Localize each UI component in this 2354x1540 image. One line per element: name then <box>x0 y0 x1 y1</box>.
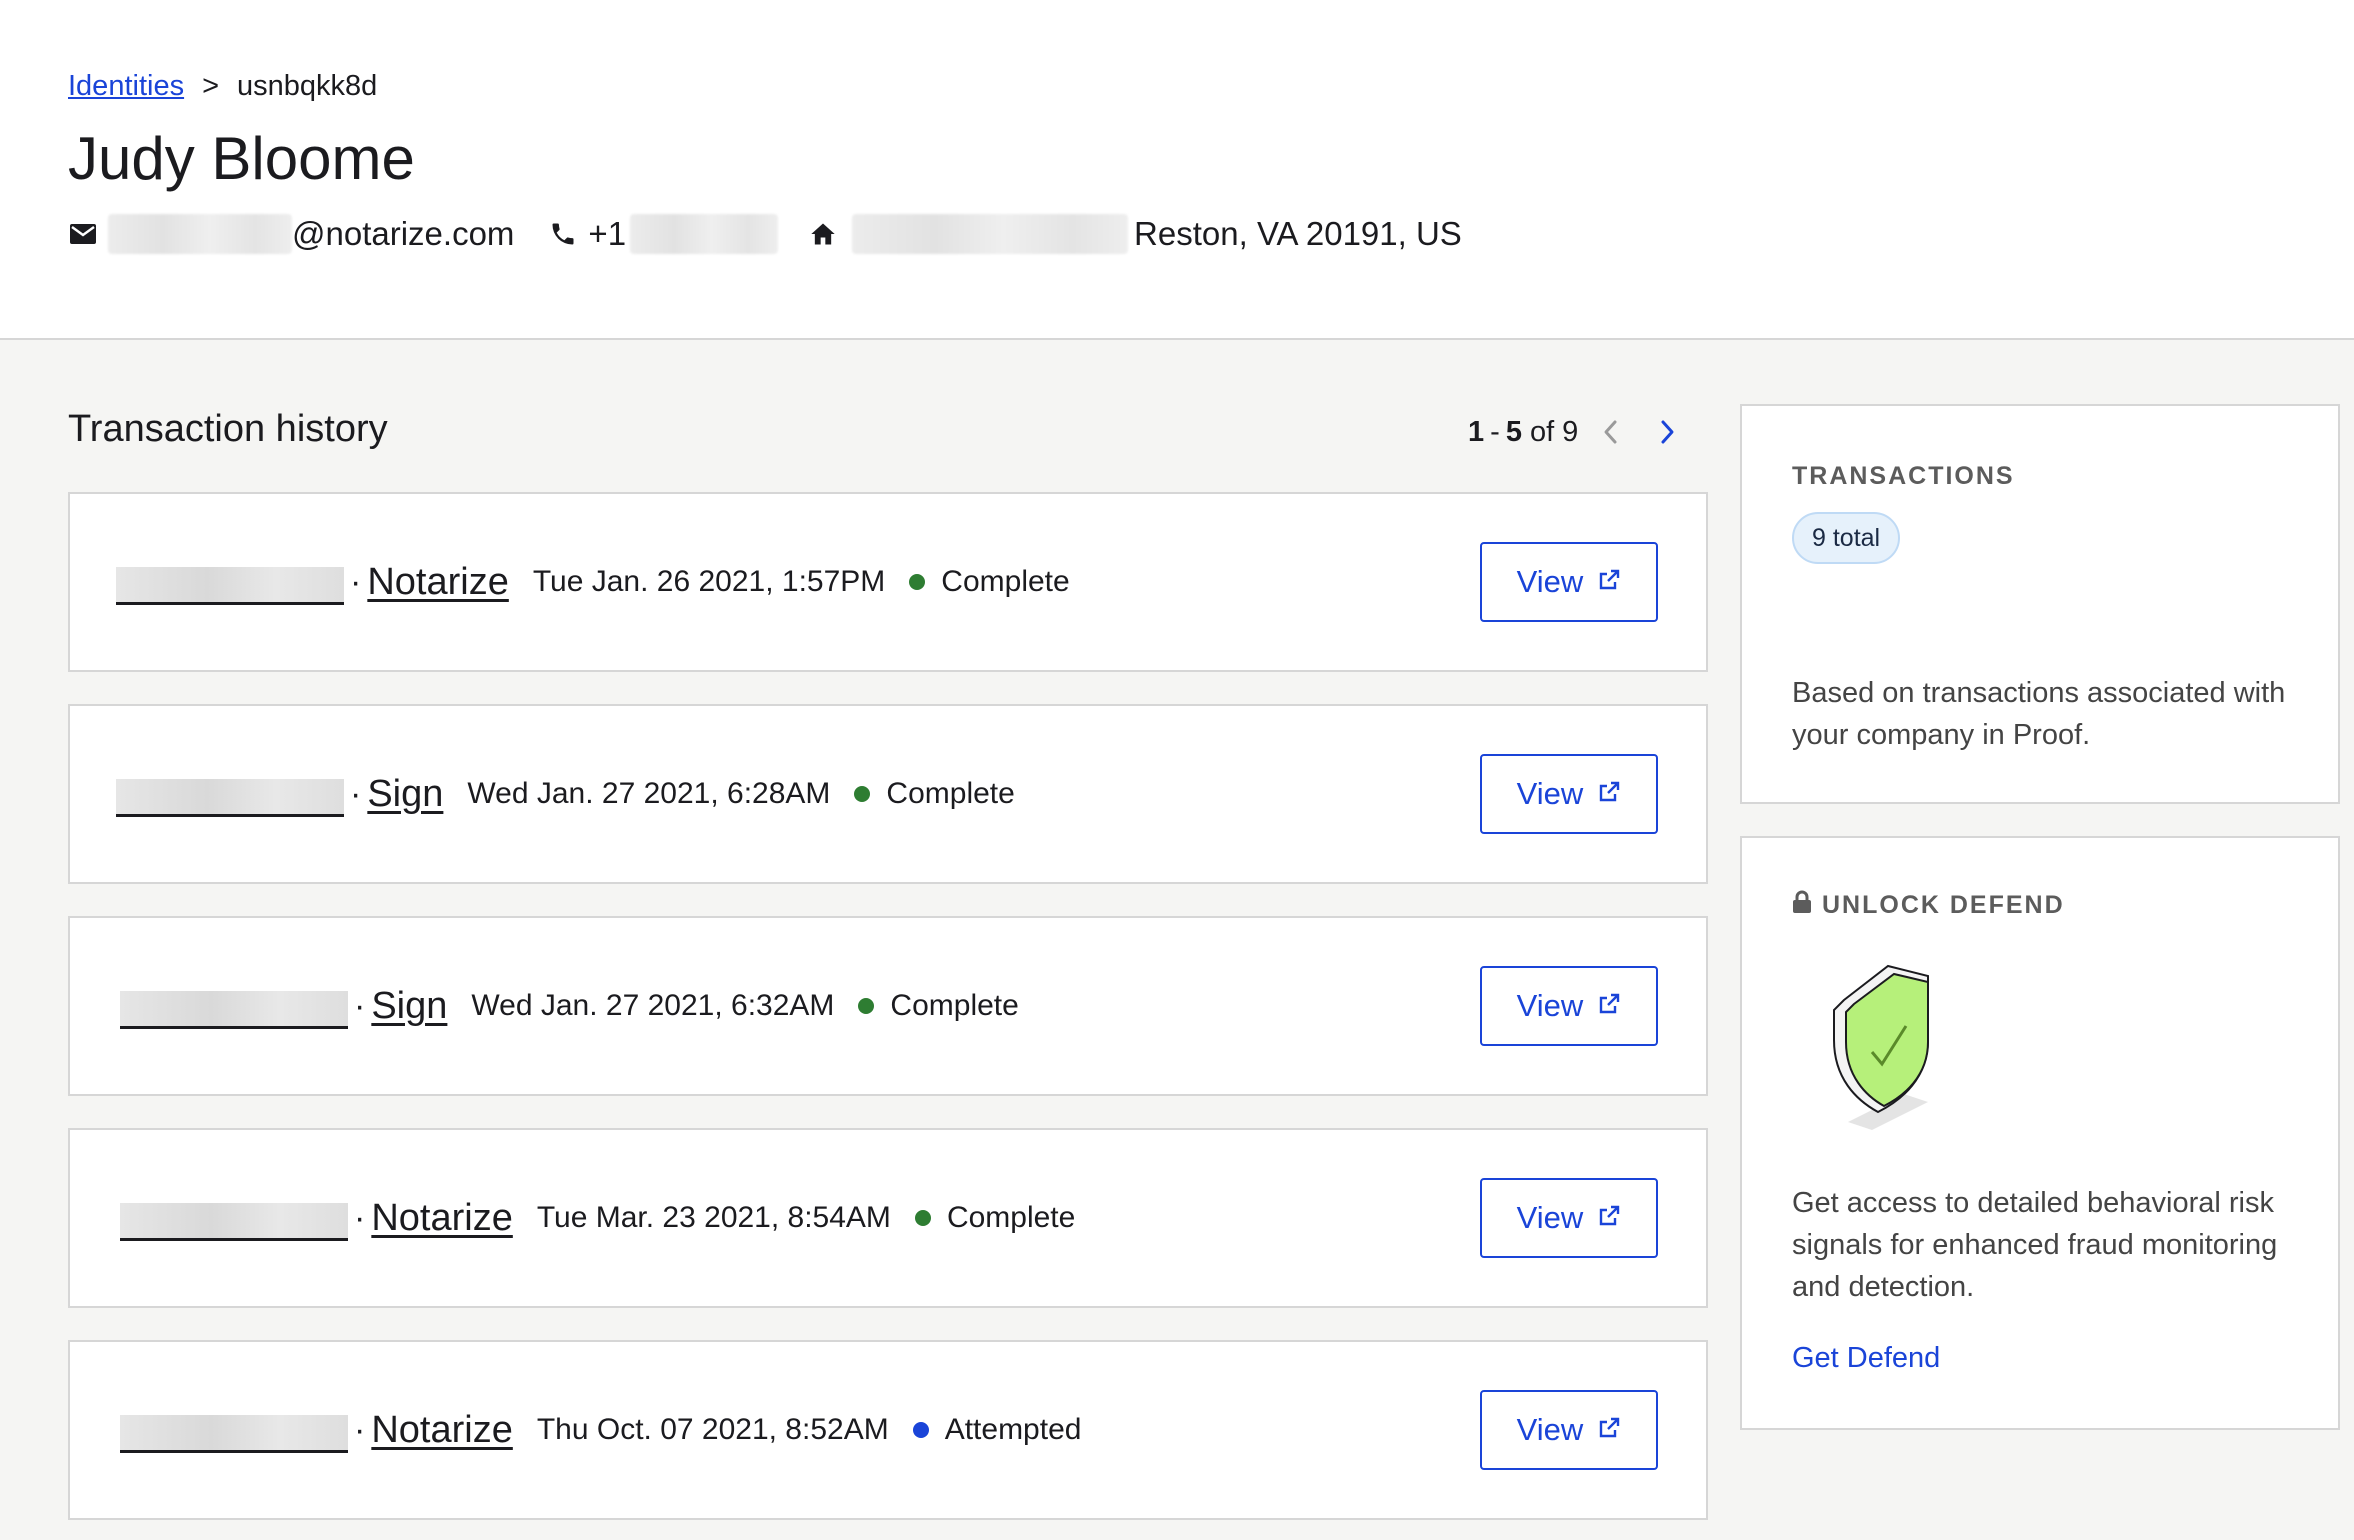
identity-header: Identities > usnbqkk8d Judy Bloome @nota… <box>0 0 2354 340</box>
transaction-status: Complete <box>890 989 1019 1022</box>
separator-dot: · <box>354 986 366 1025</box>
defend-card-description: Get access to detailed behavioral risk s… <box>1792 1187 2278 1303</box>
transaction-row: · Notarize Thu Oct. 07 2021, 8:52AM Atte… <box>68 1340 1708 1520</box>
transactions-summary-card: TRANSACTIONS 9 total Based on transactio… <box>1740 404 2340 804</box>
redacted-transaction-name <box>120 1203 348 1241</box>
external-link-icon <box>1597 776 1621 812</box>
shield-check-illustration <box>1824 960 1964 1135</box>
pagination: 1 - 5 of 9 <box>1468 412 1688 452</box>
redacted-transaction-name <box>116 779 344 817</box>
view-transaction-button[interactable]: View <box>1480 1390 1658 1470</box>
get-defend-link[interactable]: Get Defend <box>1792 1342 1940 1375</box>
status-dot <box>858 998 875 1014</box>
transaction-history-title: Transaction history <box>68 408 388 450</box>
transaction-status: Attempted <box>944 1413 1082 1446</box>
transaction-row: · Sign Wed Jan. 27 2021, 6:28AM Complete… <box>68 704 1708 884</box>
email-domain: @notarize.com <box>292 215 515 252</box>
breadcrumb-current: usnbqkk8d <box>237 70 378 102</box>
view-transaction-button[interactable]: View <box>1480 542 1658 622</box>
page-title: Judy Bloome <box>68 125 415 192</box>
redacted-transaction-name <box>116 567 344 605</box>
transaction-row: · Sign Wed Jan. 27 2021, 6:32AM Complete… <box>68 916 1708 1096</box>
transaction-date: Wed Jan. 27 2021, 6:32AM <box>471 989 835 1022</box>
phone-prefix: +1 <box>588 215 627 252</box>
transaction-date: Thu Oct. 07 2021, 8:52AM <box>536 1413 889 1446</box>
transaction-date: Wed Jan. 27 2021, 6:28AM <box>467 777 831 810</box>
next-page-icon[interactable] <box>1648 412 1688 452</box>
phone-icon <box>548 219 578 249</box>
lock-icon <box>1792 890 1812 921</box>
breadcrumb-identities-link[interactable]: Identities <box>68 70 184 103</box>
redacted-phone <box>630 214 779 254</box>
status-dot <box>909 574 926 590</box>
status-dot <box>912 1422 929 1438</box>
transaction-type-link[interactable]: Sign <box>371 985 447 1028</box>
view-button-label: View <box>1516 1412 1584 1447</box>
view-button-label: View <box>1516 1200 1584 1235</box>
transaction-type-link[interactable]: Notarize <box>367 561 509 604</box>
view-transaction-button[interactable]: View <box>1480 966 1658 1046</box>
redacted-transaction-name <box>120 1415 348 1453</box>
unlock-defend-title-text: UNLOCK DEFEND <box>1822 891 2065 919</box>
pager-start: 1 <box>1468 415 1485 448</box>
unlock-defend-card: UNLOCK DEFEND Get access to detailed beh… <box>1740 836 2340 1430</box>
envelope-icon <box>68 219 98 249</box>
external-link-icon <box>1597 988 1621 1024</box>
view-button-label: View <box>1516 988 1584 1023</box>
redacted-email-local <box>108 214 292 254</box>
previous-page-icon[interactable] <box>1590 412 1630 452</box>
view-transaction-button[interactable]: View <box>1480 1178 1658 1258</box>
transaction-type-link[interactable]: Sign <box>367 773 443 816</box>
pager-of: of <box>1529 415 1555 448</box>
breadcrumb: Identities > usnbqkk8d <box>68 70 377 103</box>
separator-dot: · <box>354 1198 366 1237</box>
transactions-card-description: Based on transactions associated with yo… <box>1792 677 2286 751</box>
pager-end: 5 <box>1505 415 1522 448</box>
transaction-status: Complete <box>946 1201 1076 1234</box>
external-link-icon <box>1597 1412 1621 1448</box>
separator-dot: · <box>354 1410 366 1449</box>
home-icon <box>808 219 838 249</box>
transactions-card-title: TRANSACTIONS <box>1792 462 2015 490</box>
transaction-row: · Notarize Tue Mar. 23 2021, 8:54AM Comp… <box>68 1128 1708 1308</box>
external-link-icon <box>1597 564 1621 600</box>
breadcrumb-separator: > <box>202 70 220 102</box>
view-button-label: View <box>1516 776 1584 811</box>
transaction-type-link[interactable]: Notarize <box>371 1197 513 1240</box>
transaction-type-link[interactable]: Notarize <box>371 1409 513 1452</box>
separator-dot: · <box>350 774 362 813</box>
pager-dash: - <box>1490 415 1500 448</box>
address-city: Reston, VA 20191, US <box>1134 215 1462 252</box>
view-button-label: View <box>1516 564 1584 599</box>
redacted-transaction-name <box>120 991 348 1029</box>
transaction-row: · Notarize Tue Jan. 26 2021, 1:57PM Comp… <box>68 492 1708 672</box>
contact-info: @notarize.com +1 Reston, VA 20191, US <box>68 212 1462 256</box>
separator-dot: · <box>350 562 362 601</box>
view-transaction-button[interactable]: View <box>1480 754 1658 834</box>
status-dot <box>854 786 871 802</box>
transaction-date: Tue Jan. 26 2021, 1:57PM <box>532 565 886 598</box>
external-link-icon <box>1597 1200 1621 1236</box>
redacted-street <box>852 214 1129 254</box>
pager-total: 9 <box>1562 415 1579 448</box>
total-transactions-badge: 9 total <box>1792 512 1901 564</box>
transaction-date: Tue Mar. 23 2021, 8:54AM <box>536 1201 891 1234</box>
transaction-status: Complete <box>886 777 1015 810</box>
unlock-defend-title: UNLOCK DEFEND <box>1792 890 2065 921</box>
transaction-status: Complete <box>941 565 1070 598</box>
status-dot <box>914 1210 931 1226</box>
